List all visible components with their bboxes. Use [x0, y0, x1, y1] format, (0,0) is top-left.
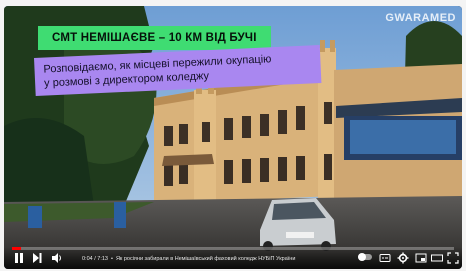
progress-fill [12, 247, 21, 250]
chapter-title[interactable]: Як росіяни забирали в Немішаївський фахо… [116, 256, 295, 262]
time-current: 0:04 / 7:13 [82, 256, 108, 262]
subtitles-icon[interactable] [378, 252, 392, 266]
fullscreen-icon[interactable] [446, 252, 460, 266]
player-controls: 0:04 / 7:13 • Як росіяни забирали в Неміша… [4, 247, 462, 269]
gear-icon[interactable] [396, 252, 410, 266]
miniplayer-icon[interactable] [414, 252, 428, 266]
title-banner: СМТ НЕМІШАЄВЕ – 10 КМ ВІД БУЧІ [38, 26, 271, 50]
channel-watermark: GWARAMED [385, 12, 456, 24]
volume-icon[interactable] [50, 252, 64, 266]
progress-bar[interactable] [12, 247, 454, 250]
autoplay-toggle-icon[interactable] [356, 252, 374, 266]
theater-icon[interactable] [430, 252, 444, 266]
pause-icon[interactable] [12, 252, 26, 266]
video-player[interactable]: GWARAMED СМТ НЕМІШАЄВЕ – 10 КМ ВІД БУЧІ … [4, 6, 462, 269]
time-display: 0:04 / 7:13 • Як росіяни забирали в Неміша… [82, 256, 296, 262]
next-icon[interactable] [30, 252, 44, 266]
